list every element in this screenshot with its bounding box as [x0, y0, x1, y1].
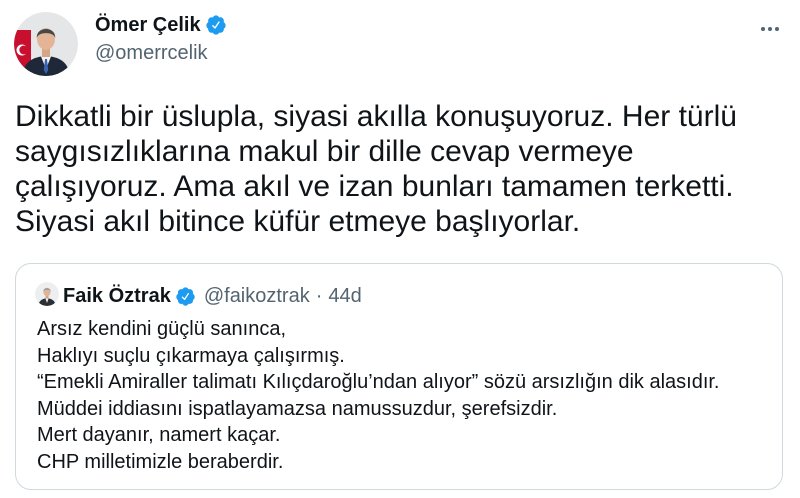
tweet-text: Dikkatli bir üslupla, siyasi akılla konu…	[15, 99, 737, 239]
quoted-text-line: Haklıyı suçlu çıkarmaya çalışırmış.	[37, 344, 345, 367]
header-separator: ·	[315, 285, 323, 307]
tweet-text-line: Dikkatli bir üslupla, siyasi akılla konu…	[15, 100, 737, 133]
quoted-text-line: Mert dayanır, namert kaçar.	[37, 424, 281, 446]
author-avatar[interactable]	[14, 12, 78, 76]
quoted-tweet-text: Arsız kendini güçlü sanınca, Haklıyı suç…	[37, 316, 720, 475]
quoted-author-avatar[interactable]	[35, 282, 59, 306]
tweet-text-line: saygısızlıklarına makul bir dille cevap …	[15, 135, 634, 168]
quoted-text-line: CHP milletimizle beraberdir.	[37, 450, 284, 473]
author-name[interactable]: Ömer Çelik	[95, 13, 201, 37]
verified-badge-icon	[205, 14, 227, 36]
quoted-text-line: Müddei iddiasını ispatlayamazsa namussuz…	[37, 397, 558, 420]
author-header: Ömer Çelik	[95, 13, 227, 37]
quoted-tweet-card[interactable]: Faik Öztrak @faikoztrak · 44d Arsız kend…	[15, 263, 783, 490]
tweet-text-line: Siyasi akıl bitince küfür etmeye başlıyo…	[15, 205, 581, 238]
quoted-author-name[interactable]: Faik Öztrak	[63, 283, 171, 309]
quoted-text-line: “Emekli Amiraller talimatı Kılıçdaroğlu’…	[37, 371, 720, 393]
quoted-timestamp[interactable]: 44d	[328, 283, 361, 309]
profile-photo-icon	[35, 282, 59, 306]
more-horizontal-icon[interactable]	[758, 17, 782, 41]
quoted-author-header: Faik Öztrak @faikoztrak · 44d	[63, 283, 362, 309]
profile-photo-icon	[14, 12, 78, 76]
tweet-text-line: çalışıyoruz. Ama akıl ve izan bunları ta…	[15, 170, 734, 203]
quoted-text-line: Arsız kendini güçlü sanınca,	[37, 318, 287, 340]
verified-badge-icon	[175, 286, 196, 307]
author-handle[interactable]: @omerrcelik	[95, 41, 208, 65]
tweet: Ömer Çelik @omerrcelik Dikkatli bir üslu…	[0, 0, 800, 498]
quoted-author-handle[interactable]: @faikoztrak	[204, 283, 310, 309]
